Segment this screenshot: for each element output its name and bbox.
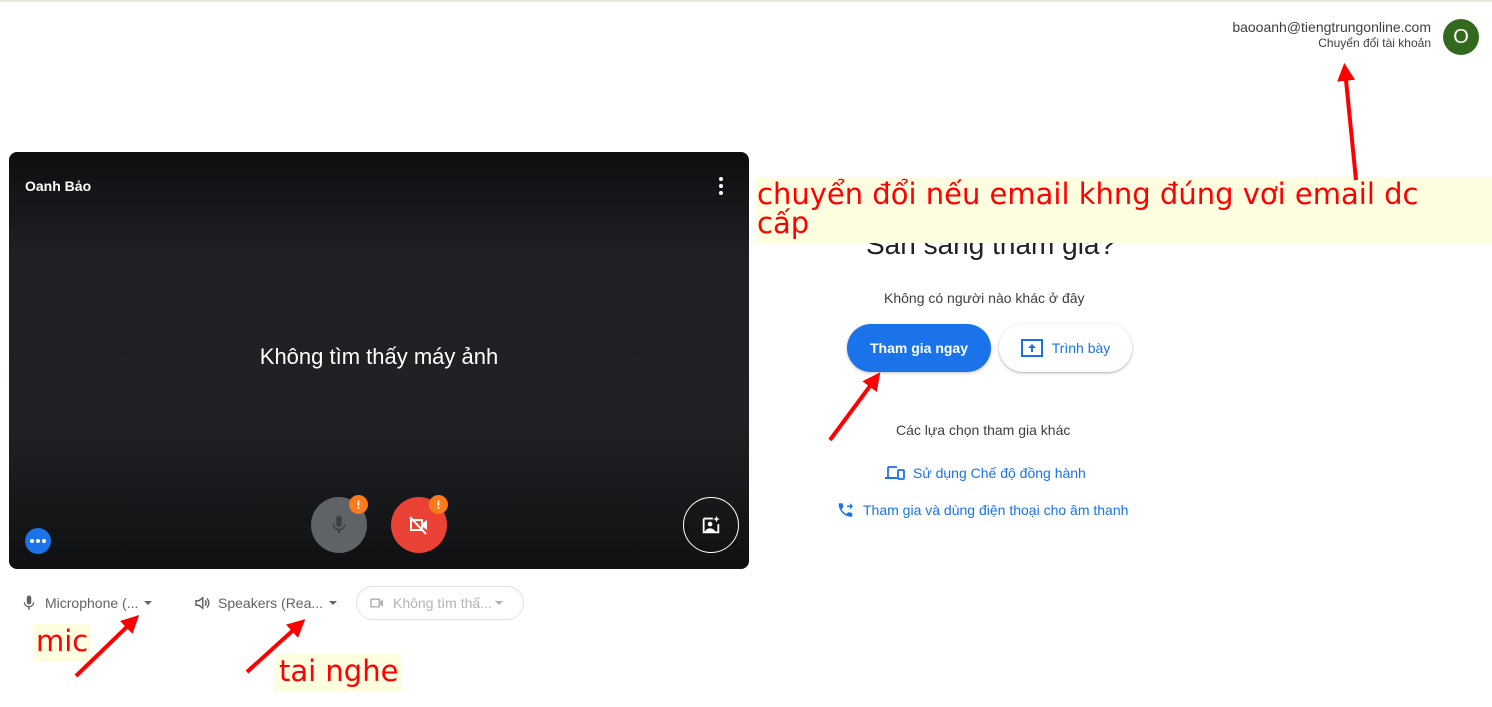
visual-effects-button[interactable] [683,497,739,553]
annotation-switch-account: chuyển đổi nếu email khng đúng vơi email… [755,177,1492,243]
present-screen-icon [1020,339,1043,357]
speakers-select[interactable]: Speakers (Rea... [193,586,338,620]
phone-forwarded-icon [838,503,853,517]
more-options-button[interactable] [709,174,733,198]
annotation-mic: mic [33,624,92,662]
more-vert-icon [719,177,723,181]
preview-user-name: Oanh Bảo [25,178,92,194]
chevron-down-icon [329,601,338,605]
camera-warning-badge: ! [429,495,448,514]
more-horiz-icon [30,539,34,543]
chevron-down-icon [144,601,153,605]
speakers-select-value: Speakers (Rea... [218,595,324,611]
companion-devices-icon [885,466,905,480]
no-camera-message: Không tìm thấy máy ảnh [259,344,499,369]
toggle-camera-button[interactable]: ! [391,495,448,553]
microphone-select[interactable]: Microphone (... [20,586,153,620]
other-options-title: Các lựa chọn tham gia khác [896,422,1071,438]
present-button-label: Trình bày [1051,340,1111,356]
video-camera-icon [370,598,383,608]
arrow-to-switch-account [1337,62,1358,181]
phone-audio-label: Tham gia và dùng điện thoại cho âm thanh [863,502,1129,518]
microphone-icon [332,515,346,534]
mic-warning-badge: ! [349,495,368,514]
toggle-microphone-button[interactable]: ! [311,495,368,553]
account-email: baooanh@tiengtrungonline.com [1232,19,1431,35]
top-border [0,0,1492,2]
camera-select-value: Không tìm thấ... [393,595,492,611]
microphone-icon [23,595,35,610]
visual-effects-icon [702,515,720,534]
join-now-button[interactable]: Tham gia ngay [847,324,991,372]
present-button[interactable]: Trình bày [999,324,1132,372]
camera-select[interactable]: Không tìm thấ... [356,586,524,620]
account-info: baooanh@tiengtrungonline.com Chuyển đổi … [1232,19,1431,51]
chevron-down-icon [494,601,503,605]
more-actions-button[interactable] [25,528,51,554]
participants-status: Không có người nào khác ở đây [884,290,1085,306]
arrow-to-join-button [828,372,881,442]
phone-audio-link[interactable]: Tham gia và dùng điện thoại cho âm thanh [836,501,1128,519]
annotation-headphones: tai nghe [275,654,403,692]
switch-account-link[interactable]: Chuyển đổi tài khoản [1232,36,1431,51]
companion-mode-link[interactable]: Sử dụng Chế độ đồng hành [885,465,1086,481]
speaker-icon [195,596,210,610]
video-preview: Oanh Bảo Không tìm thấy máy ảnh ! ! [9,152,749,569]
avatar[interactable]: O [1443,19,1479,55]
companion-mode-label: Sử dụng Chế độ đồng hành [913,465,1086,481]
camera-off-icon [409,516,427,535]
microphone-select-value: Microphone (... [45,595,139,611]
